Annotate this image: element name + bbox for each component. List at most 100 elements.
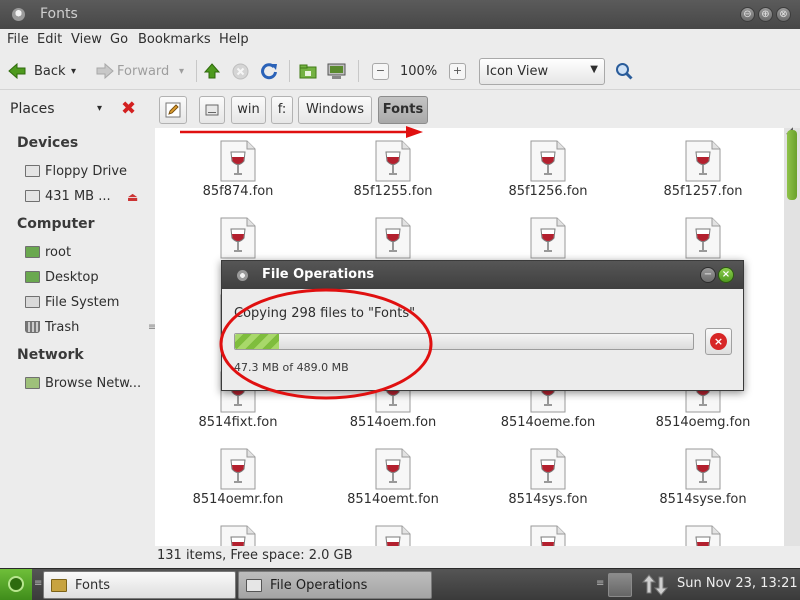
file-item[interactable] bbox=[315, 513, 471, 546]
wine-document-icon bbox=[375, 217, 411, 259]
taskbar-handle[interactable]: ≡ bbox=[34, 578, 42, 589]
toolbar: Back ▾ Forward ▾ − 100% + bbox=[0, 52, 800, 90]
view-mode-select[interactable]: Icon View ▼ bbox=[479, 58, 605, 85]
zoom-out-button[interactable]: − bbox=[372, 63, 389, 80]
crumb-fonts[interactable]: Fonts bbox=[378, 96, 428, 124]
taskbar-clock[interactable]: Sun Nov 23, 13:21 bbox=[677, 576, 798, 591]
forward-history-dropdown[interactable]: ▾ bbox=[179, 52, 184, 90]
computer-heading: Computer bbox=[17, 216, 95, 232]
file-item[interactable]: 8514sys.fon bbox=[470, 436, 626, 510]
dialog-icon bbox=[246, 578, 262, 592]
crumb-win[interactable]: win bbox=[231, 96, 266, 124]
vertical-scrollbar[interactable]: ◢ bbox=[784, 126, 800, 546]
places-dropdown-icon[interactable]: ▾ bbox=[97, 103, 102, 114]
home-folder-icon bbox=[299, 64, 317, 79]
sidebar-item-label: File System bbox=[45, 294, 120, 310]
dialog-title-bar[interactable]: File Operations − × bbox=[222, 261, 743, 289]
up-button[interactable] bbox=[204, 52, 220, 90]
file-item[interactable]: 85f1255.fon bbox=[315, 128, 471, 202]
file-item[interactable]: 85f1256.fon bbox=[470, 128, 626, 202]
view-mode-value: Icon View bbox=[486, 64, 549, 79]
zoom-in-button[interactable]: + bbox=[449, 63, 466, 80]
tray-handle[interactable]: ≡ bbox=[596, 578, 604, 589]
network-updown-icon[interactable] bbox=[641, 573, 669, 597]
back-button[interactable]: Back bbox=[8, 52, 66, 90]
computer-icon bbox=[327, 63, 346, 79]
eject-icon[interactable]: ⏏ bbox=[127, 190, 138, 204]
sidebar-item-root[interactable]: root bbox=[25, 242, 71, 262]
tray-applet-icon[interactable] bbox=[608, 573, 632, 597]
maximize-button[interactable]: ⊕ bbox=[758, 7, 773, 22]
disk-icon bbox=[25, 190, 40, 202]
task-fonts[interactable]: Fonts bbox=[43, 571, 236, 599]
menu-edit[interactable]: Edit bbox=[37, 32, 62, 47]
menu-help[interactable]: Help bbox=[219, 32, 249, 47]
close-window-button[interactable]: ⊗ bbox=[776, 7, 791, 22]
file-item[interactable]: 8514syse.fon bbox=[625, 436, 781, 510]
status-bar: 131 items, Free space: 2.0 GB bbox=[155, 546, 800, 568]
devices-heading: Devices bbox=[17, 135, 79, 151]
app-icon bbox=[12, 8, 25, 21]
home-folder-button[interactable] bbox=[299, 52, 317, 90]
wine-document-icon bbox=[685, 140, 721, 182]
network-icon bbox=[25, 377, 40, 389]
dialog-close-button[interactable]: × bbox=[718, 267, 734, 283]
edit-location-button[interactable] bbox=[159, 96, 187, 124]
file-item[interactable] bbox=[470, 513, 626, 546]
file-name: 85f1256.fon bbox=[508, 184, 588, 199]
dialog-minimize-button[interactable]: − bbox=[700, 267, 716, 283]
close-sidebar-button[interactable]: ✖ bbox=[121, 98, 136, 119]
file-name: 85f1257.fon bbox=[663, 184, 743, 199]
crumb-windows[interactable]: Windows bbox=[298, 96, 372, 124]
start-menu-button[interactable] bbox=[0, 569, 32, 600]
scrollbar-thumb[interactable] bbox=[787, 130, 797, 200]
file-operations-dialog: File Operations − × Copying 298 files to… bbox=[221, 260, 744, 391]
task-file-operations[interactable]: File Operations bbox=[238, 571, 432, 599]
wine-document-icon bbox=[685, 217, 721, 259]
sidebar-item-browse-network[interactable]: Browse Netw... bbox=[25, 373, 141, 393]
reload-button[interactable] bbox=[260, 52, 278, 90]
crumb-f[interactable]: f: bbox=[271, 96, 293, 124]
network-heading: Network bbox=[17, 347, 84, 363]
taskbar: ≡ Fonts File Operations ≡ Sun Nov 23, 13… bbox=[0, 568, 800, 600]
wine-document-icon bbox=[530, 140, 566, 182]
forward-button[interactable]: Forward bbox=[96, 52, 169, 90]
menu-bookmarks[interactable]: Bookmarks bbox=[138, 32, 211, 47]
menu-view[interactable]: View bbox=[71, 32, 102, 47]
copy-progress-bar bbox=[234, 333, 694, 350]
copy-size-text: 47.3 MB of 489.0 MB bbox=[234, 361, 349, 374]
crumb-root-button[interactable] bbox=[199, 96, 225, 124]
dialog-app-icon bbox=[237, 270, 248, 281]
file-name: 85f874.fon bbox=[202, 184, 274, 199]
title-bar[interactable]: Fonts ⊖ ⊕ ⊗ bbox=[0, 0, 800, 29]
wine-document-icon bbox=[220, 140, 256, 182]
toolbar-separator bbox=[289, 60, 290, 82]
file-item[interactable]: 85f874.fon bbox=[160, 128, 316, 202]
home-icon bbox=[25, 246, 40, 258]
zoom-level: 100% bbox=[400, 63, 438, 79]
sidebar-item-floppy[interactable]: Floppy Drive bbox=[25, 161, 127, 181]
minimize-button[interactable]: ⊖ bbox=[740, 7, 755, 22]
wine-document-icon bbox=[375, 448, 411, 490]
folder-icon bbox=[51, 578, 67, 592]
stop-button[interactable] bbox=[232, 52, 249, 90]
file-name: 8514syse.fon bbox=[659, 492, 747, 507]
sidebar-item-desktop[interactable]: Desktop bbox=[25, 267, 99, 287]
file-item[interactable] bbox=[160, 513, 316, 546]
menu-file[interactable]: File bbox=[7, 32, 29, 47]
search-button[interactable] bbox=[615, 52, 633, 90]
file-item[interactable]: 85f1257.fon bbox=[625, 128, 781, 202]
places-selector-label[interactable]: Places bbox=[10, 101, 55, 117]
file-item[interactable]: 8514oemt.fon bbox=[315, 436, 471, 510]
back-history-dropdown[interactable]: ▾ bbox=[71, 52, 76, 90]
menu-go[interactable]: Go bbox=[110, 32, 128, 47]
file-item[interactable]: 8514oemr.fon bbox=[160, 436, 316, 510]
sidebar-item-trash[interactable]: Trash bbox=[25, 317, 79, 337]
file-item[interactable] bbox=[625, 513, 781, 546]
stop-icon bbox=[232, 63, 249, 79]
desktop-icon bbox=[25, 271, 40, 283]
sidebar-item-filesystem[interactable]: File System bbox=[25, 292, 119, 312]
sidebar-item-disk[interactable]: 431 MB ... bbox=[25, 186, 111, 206]
cancel-copy-button[interactable]: × bbox=[705, 328, 732, 355]
computer-button[interactable] bbox=[327, 52, 346, 90]
